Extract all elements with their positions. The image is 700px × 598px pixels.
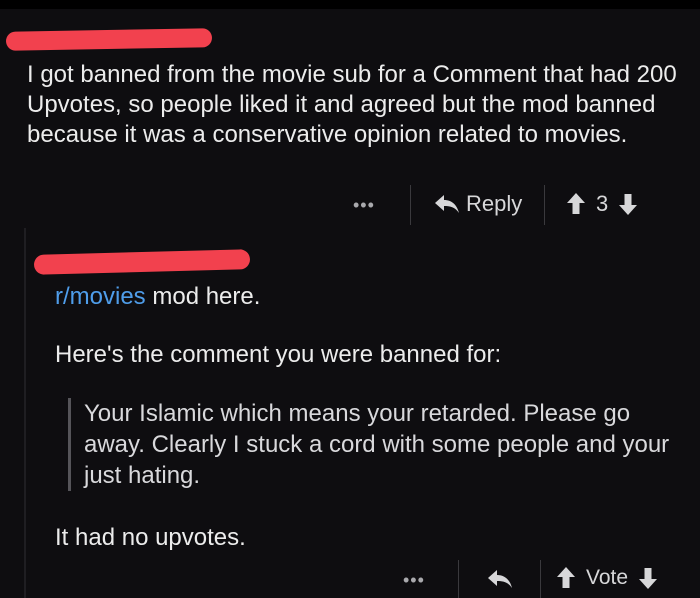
quoted-comment: Your Islamic which means your retarded. … bbox=[68, 398, 694, 491]
reply-actions: ••• Vote bbox=[0, 560, 700, 598]
vote-controls: Vote bbox=[556, 566, 658, 590]
reply-label: Reply bbox=[466, 191, 523, 216]
divider bbox=[410, 185, 411, 225]
score: 3 bbox=[596, 191, 609, 216]
more-options-button[interactable]: ••• bbox=[403, 570, 425, 591]
redacted-username bbox=[33, 249, 251, 275]
comment-text: I got banned from the movie sub for a Co… bbox=[27, 61, 677, 148]
comment-parent: I got banned from the movie sub for a Co… bbox=[0, 0, 700, 230]
reply-line-1-text: mod here. bbox=[145, 283, 261, 310]
upvote-icon[interactable] bbox=[556, 566, 576, 590]
reply-arrow-icon bbox=[435, 195, 459, 213]
reply-arrow-icon bbox=[488, 570, 512, 588]
comment-actions: ••• Reply 3 bbox=[0, 185, 700, 225]
reply-button[interactable] bbox=[487, 568, 513, 590]
reply-line-2: Here's the comment you were banned for: bbox=[55, 341, 502, 368]
redacted-username bbox=[5, 28, 213, 51]
reply-line-3: It had no upvotes. bbox=[55, 524, 246, 551]
upvote-icon[interactable] bbox=[566, 192, 586, 216]
vote-controls: 3 bbox=[566, 191, 638, 217]
downvote-icon[interactable] bbox=[618, 192, 638, 216]
more-options-button[interactable]: ••• bbox=[353, 195, 375, 216]
divider bbox=[544, 185, 545, 225]
reply-comment-body: r/movies mod here. bbox=[55, 282, 685, 312]
reply-button[interactable]: Reply bbox=[434, 191, 522, 217]
thread-line[interactable] bbox=[24, 228, 26, 598]
reply-line-1: r/movies mod here. bbox=[55, 282, 685, 312]
divider bbox=[458, 560, 459, 598]
vote-label: Vote bbox=[586, 566, 629, 589]
downvote-icon[interactable] bbox=[638, 566, 658, 590]
subreddit-link[interactable]: r/movies bbox=[55, 283, 146, 310]
divider bbox=[540, 560, 541, 598]
